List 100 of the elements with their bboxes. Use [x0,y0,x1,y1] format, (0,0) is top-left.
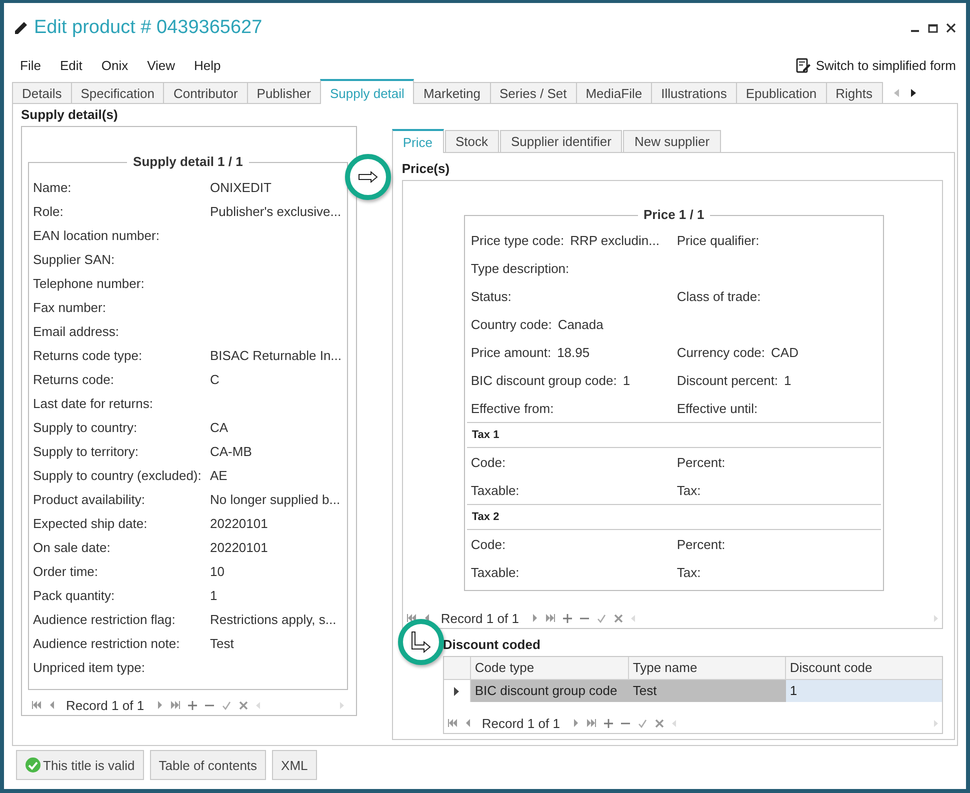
add-icon[interactable] [562,614,572,622]
menu-item[interactable]: Help [194,58,221,73]
last-record-icon[interactable] [546,614,555,622]
tab[interactable]: New supplier [623,130,721,152]
table-cell[interactable]: Test [628,680,786,702]
footer-button[interactable]: Table of contents [150,750,266,780]
scroll-right-icon[interactable] [910,88,916,96]
field-label: Percent: [676,454,726,470]
field-label: Audience restriction note: [33,636,181,650]
first-record-icon[interactable] [32,701,41,709]
field-value: 20220101 [210,516,269,530]
field-label: Role: [33,204,64,218]
section-title: Price(s) [402,161,451,178]
field-value: Test [210,636,235,650]
field-value: Restrictions apply, s... [210,612,338,626]
fieldset-legend: Supply detail 1 / 1 [127,154,249,169]
close-icon[interactable] [946,23,956,33]
field-value: 1 [784,372,792,388]
row-pointer-icon [454,686,460,696]
field-label: Code: [470,536,506,552]
check-circle-icon [25,757,41,773]
field-label: Percent: [676,536,726,552]
table-cell[interactable]: BIC discount group code [470,680,629,702]
first-record-icon[interactable] [448,719,457,727]
field-label: Supply to country (excluded): [33,468,202,482]
field-value: AE [210,468,228,482]
corner-arrow-icon [410,631,432,653]
field-value: ONIXEDIT [210,180,272,194]
menu-item[interactable]: Edit [60,58,82,73]
field-label: Taxable: [470,564,520,580]
tab[interactable]: Rights [826,82,883,103]
tab[interactable]: Marketing [413,82,491,103]
column-header[interactable]: Type name [628,657,786,679]
tab[interactable]: Publisher [246,82,321,103]
next-record-icon[interactable] [532,614,538,622]
table-cell[interactable]: 1 [786,680,942,702]
field-label: Order time: [33,564,100,578]
field-label: Telephone number: [33,276,146,290]
form-edit-icon [796,58,811,73]
tab[interactable]: Epublication [736,82,827,103]
tab[interactable]: Illustrations [651,82,737,103]
field-value: CA [210,420,230,434]
field-label: Code: [470,454,506,470]
add-icon[interactable] [604,718,613,728]
field-label: Audience restriction flag: [33,612,176,626]
check-icon[interactable] [638,718,647,728]
field-value: BISAC Returnable In... [210,348,343,362]
field-value: 1 [210,588,218,602]
field-label: Price amount: [470,344,552,360]
field-label: Returns code type: [33,348,144,362]
field-label: Email address: [33,324,120,338]
tab[interactable]: Details [12,82,72,103]
tab[interactable]: Stock [444,130,500,152]
check-icon[interactable] [222,700,232,710]
cancel-icon[interactable] [654,718,664,728]
field-label: Currency code: [676,344,766,360]
pencil-icon [13,20,29,36]
column-header[interactable]: Code type [470,657,629,679]
tab[interactable]: Specification [70,82,164,103]
field-label: On sale date: [33,540,112,554]
field-label: Effective from: [470,400,554,416]
add-icon[interactable] [188,700,198,710]
footer-button[interactable]: This title is valid [16,750,144,780]
previous-record-icon[interactable] [464,719,470,727]
menu-item[interactable]: Onix [101,58,128,73]
maximize-icon[interactable] [928,23,938,33]
group-heading: Tax 2 [472,511,500,523]
last-record-icon[interactable] [171,701,180,709]
field-value: CAD [771,344,798,360]
field-label: Discount percent: [676,372,778,388]
tab[interactable]: Contributor [163,82,248,103]
previous-record-icon[interactable] [49,701,54,709]
section-title: Discount coded [442,637,542,654]
field-label: Status: [470,288,512,304]
next-record-icon[interactable] [158,701,164,709]
field-label: Last date for returns: [33,396,154,410]
menu-item[interactable]: View [147,58,176,73]
next-record-icon[interactable] [574,719,579,727]
cancel-icon[interactable] [614,614,623,622]
tab[interactable]: Series / Set [490,82,577,103]
field-label: EAN location number: [33,228,160,242]
switch-form-link[interactable]: Switch to simplified form [796,58,956,73]
field-value: 20220101 [210,540,269,554]
field-label: Type description: [470,260,570,276]
last-record-icon[interactable] [586,719,596,727]
field-label: Unpriced item type: [33,660,146,674]
field-label: Fax number: [33,300,107,314]
tab[interactable]: MediaFile [576,82,652,103]
cancel-icon[interactable] [239,700,248,710]
record-counter: Record 1 of 1 [482,716,560,730]
field-label: Supply to country: [33,420,138,434]
tab[interactable]: Supplier identifier [500,130,622,152]
scroll-left-icon[interactable] [894,88,899,96]
field-value: C [210,372,220,386]
field-label: Supply to territory: [33,444,140,458]
group-heading: Tax 1 [472,429,500,441]
column-header[interactable]: Discount code [786,657,942,679]
menu-item[interactable]: File [20,58,41,73]
footer-button[interactable]: XML [272,750,317,780]
check-icon[interactable] [596,614,606,622]
